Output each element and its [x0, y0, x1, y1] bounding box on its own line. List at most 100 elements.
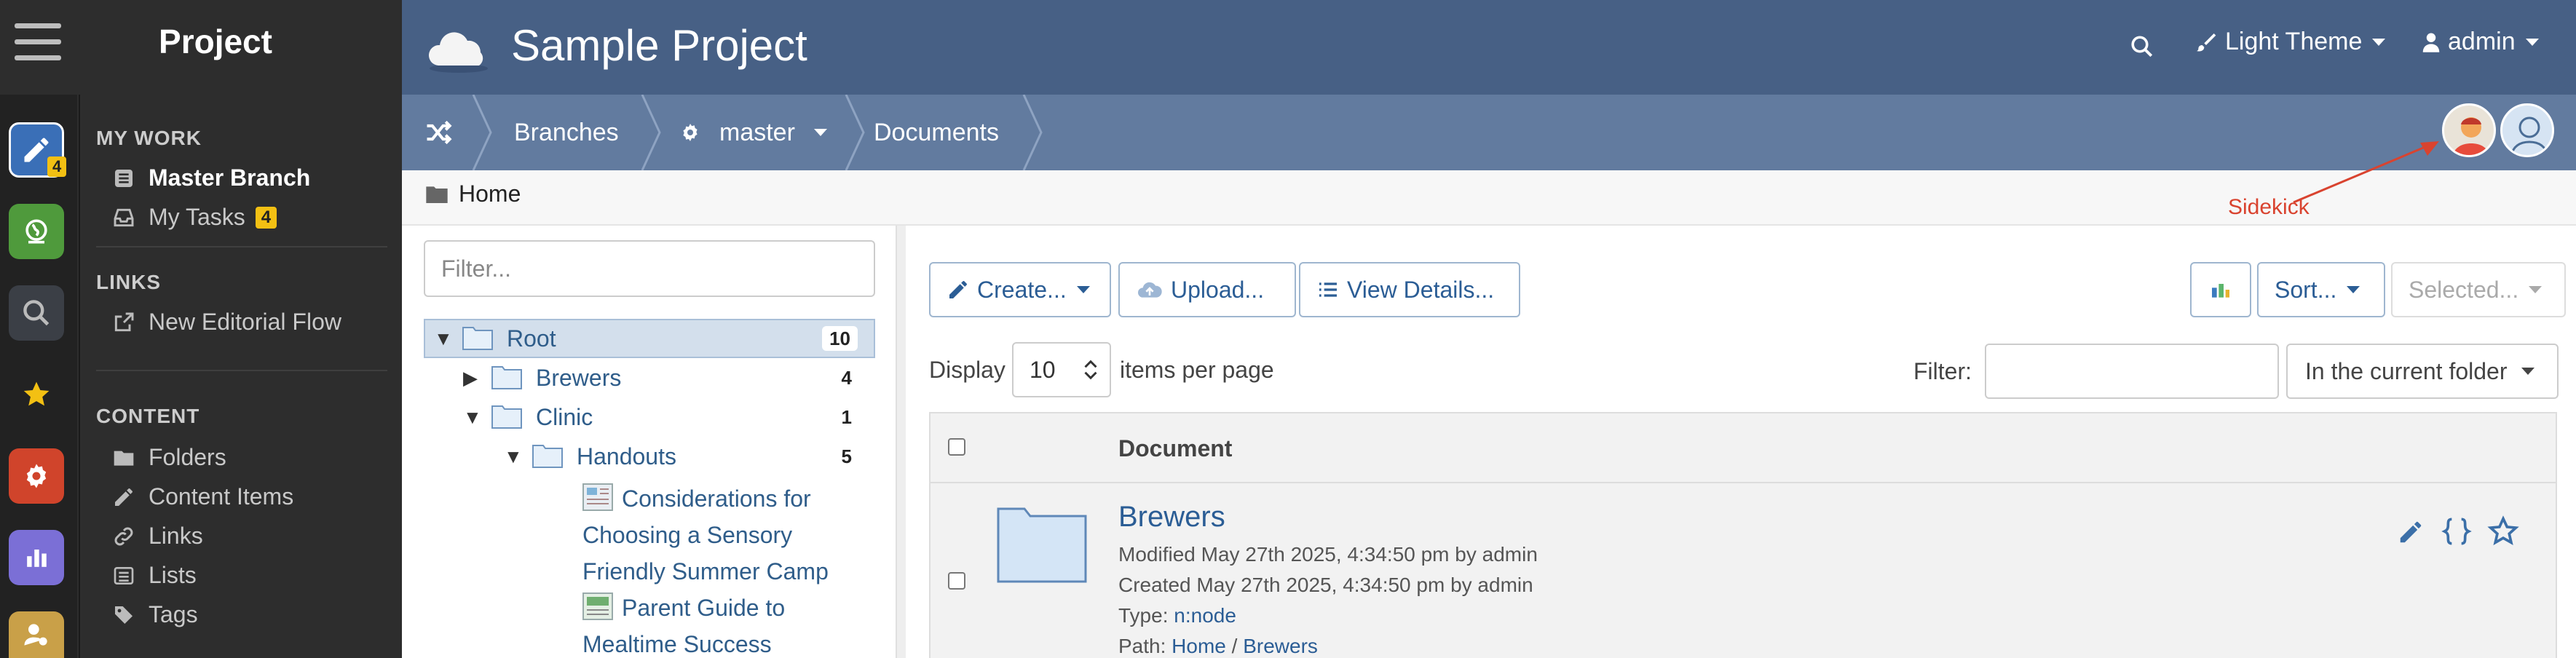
- sort-dropdown[interactable]: Sort...: [2257, 262, 2385, 317]
- hamburger-menu-icon[interactable]: [15, 23, 61, 66]
- tree-node-clinic[interactable]: ▼ Clinic 1: [463, 397, 875, 437]
- upload-label: Upload...: [1171, 276, 1265, 303]
- star-icon[interactable]: [2487, 515, 2519, 547]
- filter-input[interactable]: [1985, 344, 2279, 399]
- edit-icon[interactable]: [2397, 518, 2425, 546]
- tree-doc-item[interactable]: Parent Guide to Mealtime Success: [582, 590, 874, 658]
- home-breadcrumb[interactable]: Home: [425, 181, 521, 207]
- breadcrumb-documents[interactable]: Documents: [874, 95, 999, 170]
- my-work-heading: MY WORK: [96, 127, 202, 149]
- bar-chart-icon: [27, 550, 47, 567]
- filter-label: Filter:: [1913, 358, 1972, 384]
- rail-globe-button[interactable]: [9, 204, 64, 259]
- tree-node-brewers[interactable]: ▶ Brewers 4: [463, 358, 875, 397]
- sidebar-divider: [96, 246, 387, 247]
- tree-doc-line: Friendly Summer Camp: [582, 558, 829, 584]
- rail-users-button[interactable]: [9, 611, 64, 658]
- sidebar-item-my-tasks[interactable]: My Tasks 4: [112, 204, 277, 231]
- sidebar-item-links[interactable]: Links: [112, 523, 203, 550]
- inbox-icon: [114, 208, 134, 226]
- sidebar-item-label: Tags: [149, 601, 198, 627]
- tree-node-handouts[interactable]: ▼ Handouts 5: [504, 437, 875, 476]
- type-link[interactable]: n:node: [1174, 604, 1236, 627]
- brush-icon: [2196, 33, 2216, 51]
- row-type: Type: n:node: [1118, 604, 1236, 627]
- home-label: Home: [459, 181, 521, 207]
- sidebar-item-master-branch[interactable]: Master Branch: [112, 164, 310, 191]
- branch-name: master: [719, 118, 795, 146]
- content-heading: CONTENT: [96, 405, 200, 427]
- shuffle-icon[interactable]: [422, 116, 456, 148]
- panel-splitter[interactable]: [896, 226, 906, 658]
- breadcrumb-separator: [845, 95, 865, 170]
- search-icon[interactable]: [2129, 33, 2155, 60]
- rail-settings-button[interactable]: [9, 448, 64, 504]
- avatar[interactable]: [2442, 103, 2496, 157]
- per-page-suffix: items per page: [1120, 357, 1274, 383]
- row-title-link[interactable]: Brewers: [1118, 501, 1225, 534]
- sidebar-item-tags[interactable]: Tags: [112, 601, 198, 628]
- pencil-icon: [949, 281, 967, 298]
- tree-node-root[interactable]: ▼ Root 10: [424, 319, 875, 358]
- search-icon: [23, 300, 50, 326]
- tree-filter-placeholder: Filter...: [441, 255, 512, 282]
- sidebar-item-label: Master Branch: [149, 164, 311, 191]
- tree-node-label: Root: [507, 325, 556, 352]
- path-label: Path:: [1118, 635, 1166, 657]
- folder-icon: [491, 405, 522, 429]
- theme-label: Light Theme: [2225, 28, 2363, 55]
- per-page-select[interactable]: 10: [1012, 342, 1111, 397]
- folder-thumbnail-icon[interactable]: [996, 507, 1088, 584]
- branch-icon: [115, 169, 133, 187]
- rail-divider: [79, 95, 80, 658]
- collapse-icon: ▼: [434, 327, 453, 349]
- tree-filter-input[interactable]: Filter...: [424, 240, 875, 297]
- tree-doc-line: Mealtime Success: [582, 631, 772, 657]
- sidebar-item-content-items[interactable]: Content Items: [112, 483, 293, 510]
- sort-order-button[interactable]: [2190, 262, 2251, 317]
- sidebar-item-folders[interactable]: Folders: [112, 444, 226, 471]
- list-icon: [1319, 282, 1337, 297]
- create-button[interactable]: Create...: [929, 262, 1111, 317]
- selected-label: Selected...: [2409, 276, 2519, 303]
- upload-button[interactable]: Upload...: [1118, 262, 1296, 317]
- view-details-label: View Details...: [1347, 276, 1495, 303]
- rail-favorites-button[interactable]: [9, 367, 64, 422]
- breadcrumb-branch-dropdown[interactable]: master: [679, 95, 827, 170]
- sidebar-item-new-editorial-flow[interactable]: New Editorial Flow: [112, 309, 341, 336]
- avatar[interactable]: [2500, 103, 2554, 157]
- user-menu[interactable]: admin: [2420, 28, 2539, 56]
- sidebar-item-lists[interactable]: Lists: [112, 562, 197, 589]
- scope-select[interactable]: In the current folder: [2286, 344, 2559, 399]
- document-thumbnail-icon: [582, 483, 613, 511]
- rail-search-button[interactable]: [9, 285, 64, 341]
- path-home-link[interactable]: Home: [1172, 635, 1226, 657]
- rail-analytics-button[interactable]: [9, 530, 64, 585]
- path-leaf-link[interactable]: Brewers: [1243, 635, 1318, 657]
- sidebar-item-label: Folders: [149, 444, 226, 470]
- list-icon: [114, 566, 134, 584]
- links-heading: LINKS: [96, 271, 161, 293]
- theme-dropdown[interactable]: Light Theme: [2194, 28, 2386, 56]
- column-document[interactable]: Document: [1118, 435, 1232, 462]
- folder-icon: [532, 445, 563, 468]
- rail-edit-button[interactable]: 4: [9, 122, 67, 178]
- json-braces-icon[interactable]: [2441, 517, 2473, 546]
- tree-node-count: 1: [834, 405, 859, 429]
- collapse-icon: ▼: [463, 405, 482, 428]
- globe-icon: [25, 219, 47, 244]
- breadcrumb-branches[interactable]: Branches: [514, 95, 619, 170]
- view-details-button[interactable]: View Details...: [1299, 262, 1520, 317]
- tree-doc-item[interactable]: Considerations for Choosing a Sensory Fr…: [582, 480, 874, 590]
- user-icon: [2422, 33, 2440, 52]
- breadcrumb-separator: [1022, 95, 1043, 170]
- selected-dropdown[interactable]: Selected...: [2391, 262, 2566, 317]
- sort-label: Sort...: [2275, 276, 2337, 303]
- document-thumbnail-icon: [582, 592, 613, 620]
- select-all-checkbox[interactable]: [948, 438, 965, 456]
- annotation-arrow: [2293, 141, 2439, 204]
- select-arrows-icon: [1084, 360, 1097, 380]
- row-checkbox[interactable]: [948, 572, 965, 590]
- cloud-logo-icon: [428, 32, 488, 73]
- tree-node-label: Clinic: [536, 403, 593, 430]
